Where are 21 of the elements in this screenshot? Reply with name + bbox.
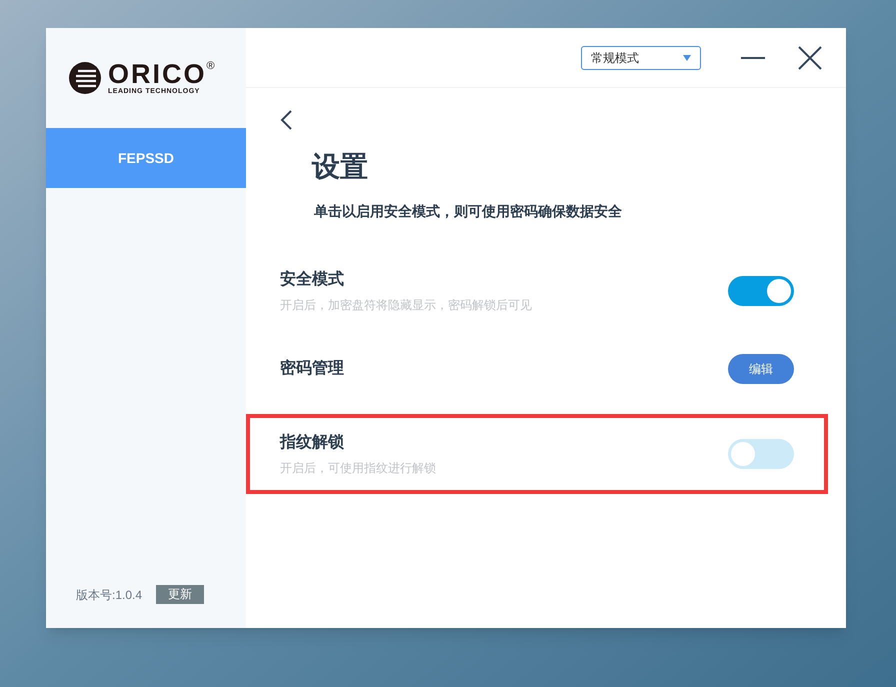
minimize-icon[interactable]	[741, 56, 765, 60]
logo-wordmark: ORICO	[108, 60, 207, 86]
caret-down-icon	[683, 54, 691, 60]
mode-dropdown[interactable]: 常规模式	[581, 46, 701, 70]
mode-value: 常规模式	[591, 50, 639, 66]
page-subtitle: 单击以启用安全模式，则可使用密码确保数据安全	[314, 202, 623, 221]
toggle-switch[interactable]	[728, 439, 794, 469]
page-title: 设置	[312, 150, 369, 184]
setting-description: 开启后，加密盘符将隐藏显示，密码解锁后可见	[280, 296, 532, 314]
registered-mark: ®	[206, 60, 215, 72]
version-label: 版本号:1.0.4	[76, 586, 142, 604]
setting-label: 安全模式	[280, 269, 345, 290]
sidebar-item[interactable]: FEPSSD	[46, 128, 246, 188]
logo-icon	[68, 61, 102, 95]
edit-button[interactable]: 编辑	[728, 354, 794, 384]
setting-description: 开启后，可使用指纹进行解锁	[280, 460, 436, 476]
close-icon[interactable]	[798, 46, 822, 70]
toggle-switch[interactable]	[728, 276, 794, 306]
setting-label: 指纹解锁	[280, 432, 345, 452]
setting-label: 密码管理	[280, 358, 344, 379]
update-button[interactable]: 更新	[156, 585, 204, 604]
